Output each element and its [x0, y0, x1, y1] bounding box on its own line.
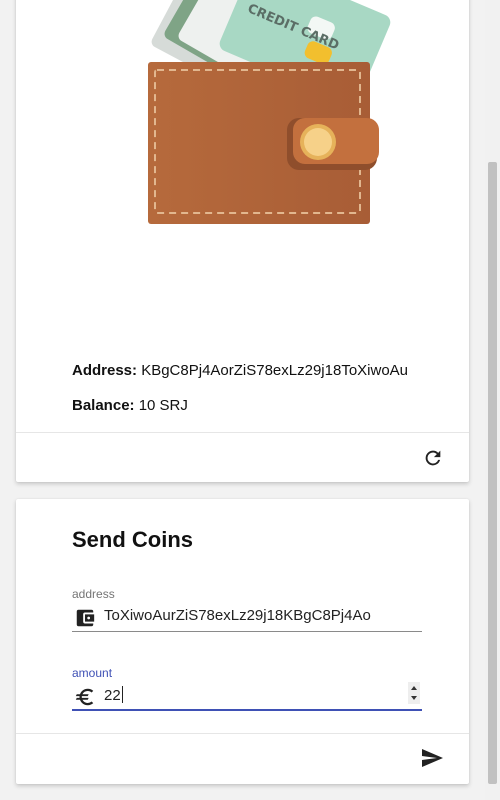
amount-input[interactable]: 22 — [72, 680, 422, 711]
scrollbar-thumb[interactable] — [488, 162, 497, 784]
send-coins-title: Send Coins — [72, 527, 194, 552]
send-coins-card: Send Coins address ToXiwoAurZiS78exLz29j… — [16, 499, 469, 784]
address-label: Address: — [72, 362, 138, 379]
scrollbar[interactable] — [485, 0, 500, 800]
recipient-address-field[interactable]: address ToXiwoAurZiS78exLz29j18KBgC8Pj4A… — [72, 587, 422, 632]
wallet-card-divider — [16, 432, 469, 433]
address-input[interactable]: ToXiwoAurZiS78exLz29j18KBgC8Pj4Ao — [72, 601, 422, 632]
number-spinner[interactable] — [408, 682, 420, 704]
wallet-icon — [76, 609, 95, 627]
refresh-button[interactable] — [420, 445, 446, 471]
amount-input-value: 22 — [104, 687, 121, 704]
refresh-icon — [425, 450, 441, 466]
text-cursor — [121, 686, 123, 703]
wallet-balance: Balance: 10 SRJ — [72, 397, 188, 414]
address-input-value: ToXiwoAurZiS78exLz29j18KBgC8Pj4Ao — [104, 607, 371, 624]
send-icon — [422, 749, 443, 767]
wallet-address: Address: KBgC8Pj4AorZiS78exLz29j18ToXiwo… — [72, 362, 408, 379]
balance-label: Balance: — [72, 397, 135, 414]
send-card-divider — [16, 733, 469, 734]
amount-field[interactable]: amount 22 — [72, 666, 422, 711]
address-value: KBgC8Pj4AorZiS78exLz29j18ToXiwoAu — [141, 362, 409, 379]
euro-icon — [75, 688, 94, 706]
balance-value: 10 SRJ — [138, 397, 188, 414]
send-button[interactable] — [419, 745, 445, 771]
amount-field-label: amount — [72, 666, 113, 680]
address-field-label: address — [72, 587, 115, 601]
wallet-card: CREDIT CARD 0001 Address: KBgC8Pj4AorZiS… — [16, 0, 469, 482]
wallet-illustration: CREDIT CARD 0001 — [148, 0, 391, 224]
